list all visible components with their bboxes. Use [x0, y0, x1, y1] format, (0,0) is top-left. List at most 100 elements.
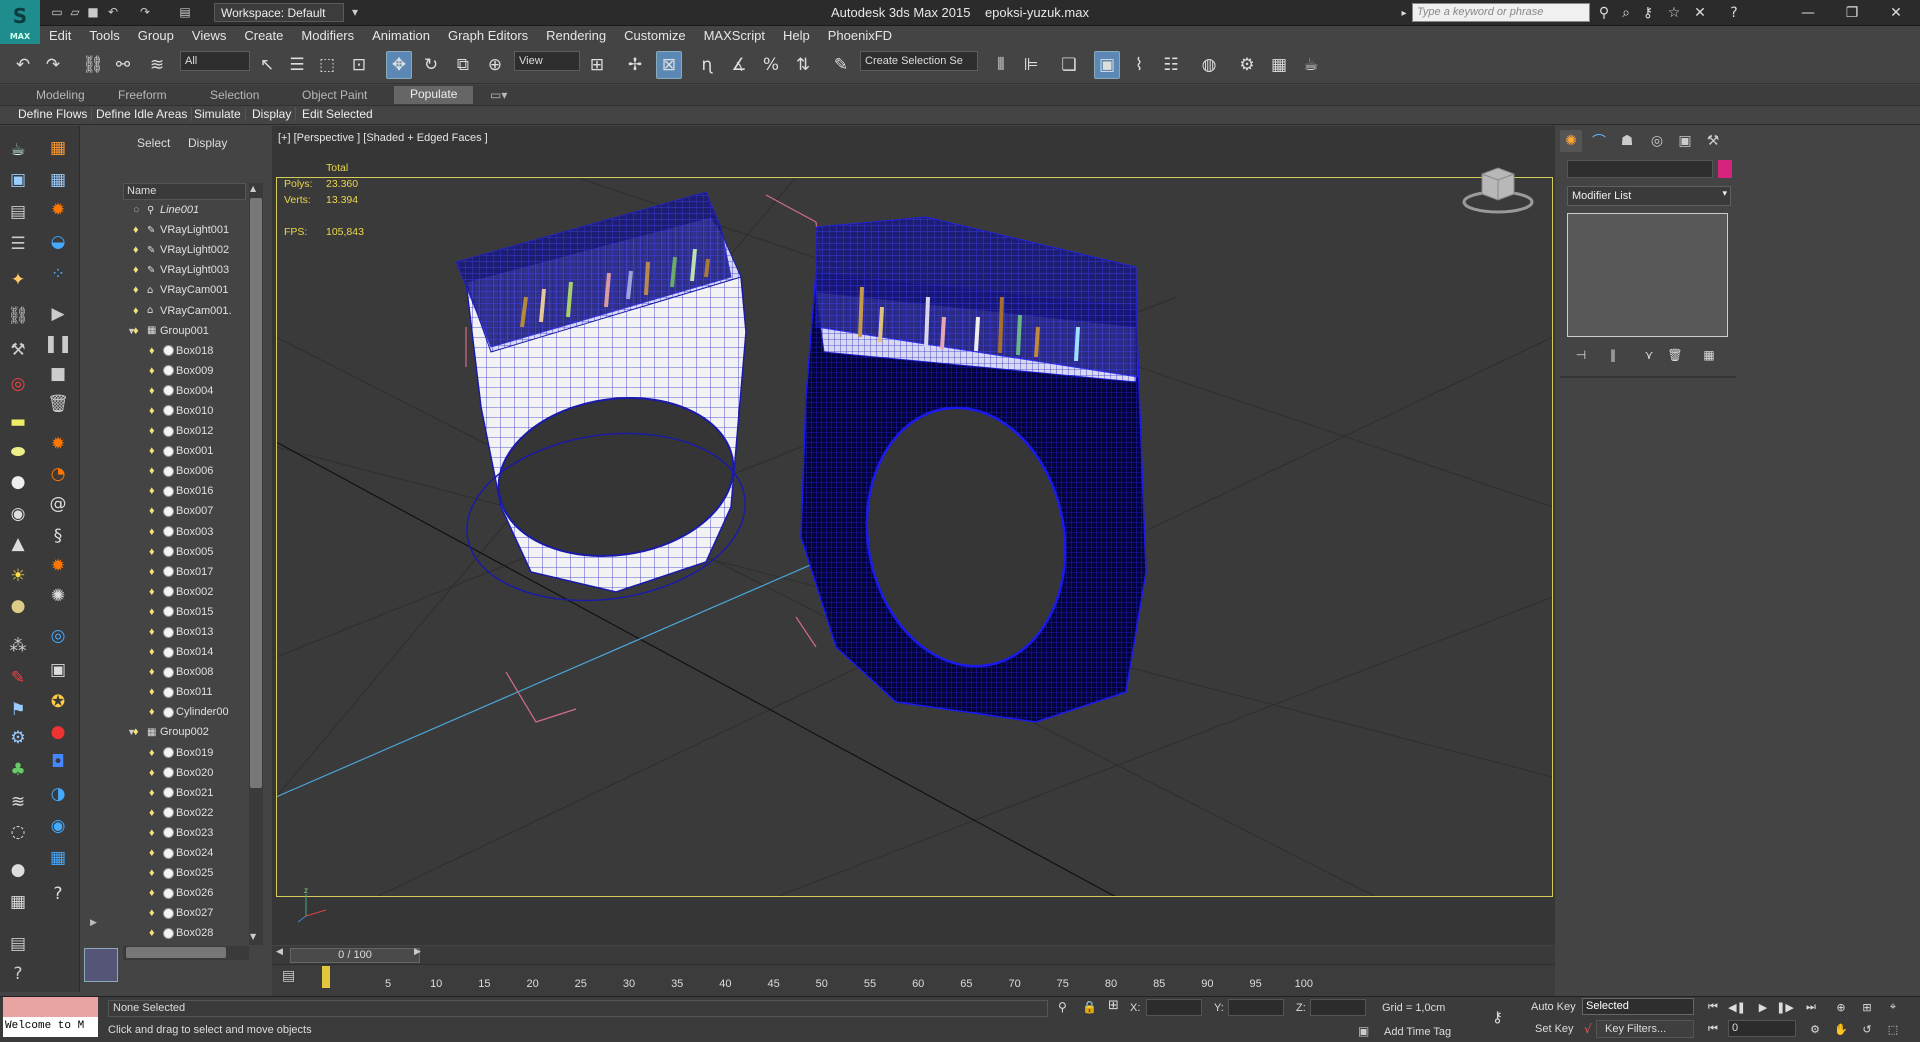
visibility-off-icon[interactable]: ○ [133, 204, 140, 216]
viewport-thumbnail[interactable] [84, 948, 118, 982]
explorer-hscroll-thumb[interactable] [126, 947, 226, 958]
scene-list-item[interactable]: ♦ Box022 [123, 803, 246, 823]
scene-list-item[interactable]: ♦ Box001 [123, 441, 246, 461]
close-button[interactable]: ✕ [1876, 2, 1916, 24]
visibility-bulb-icon[interactable]: ♦ [149, 445, 155, 457]
teapot-icon[interactable]: ☕ [4, 136, 32, 164]
plant-icon[interactable]: ♣ [4, 756, 32, 784]
visibility-bulb-icon[interactable]: ♦ [149, 405, 155, 417]
bind-space-warp-icon[interactable]: ≋ [144, 51, 170, 79]
snaps-toggle-icon[interactable]: ɳ [694, 51, 720, 79]
named-selection-dropdown[interactable]: Create Selection Se [860, 51, 978, 71]
visibility-bulb-icon[interactable]: ♦ [149, 606, 155, 618]
dots-icon[interactable]: ⁘ [44, 260, 72, 288]
key-filters-button[interactable]: Key Filters... [1596, 1020, 1694, 1038]
hair-icon[interactable]: ≋ [4, 788, 32, 816]
visibility-bulb-icon[interactable]: ♦ [149, 365, 155, 377]
visibility-bulb-icon[interactable]: ♦ [149, 927, 155, 939]
visibility-bulb-icon[interactable]: ♦ [149, 526, 155, 538]
scene-list-item[interactable]: ♦ Box025 [123, 863, 246, 883]
menu-views[interactable]: Views [183, 26, 235, 46]
scene-list-item[interactable]: ♦ Box015 [123, 602, 246, 622]
open-file-icon[interactable]: ▱ [66, 4, 84, 20]
calculator-icon[interactable]: ▦ [4, 888, 32, 916]
menu-customize[interactable]: Customize [615, 26, 694, 46]
scroll-up-icon[interactable]: ▲ [250, 184, 256, 193]
scene-list-item[interactable]: ♦ Cylinder00 [123, 702, 246, 722]
pivot-center-icon[interactable]: ⊞ [584, 51, 610, 79]
explorer-column-name[interactable]: Name [123, 183, 246, 200]
scene-list-item[interactable]: ○ ⚲ Line001 [123, 200, 246, 220]
fire-emitter-icon[interactable]: ◔ [44, 460, 72, 488]
reactor-icon[interactable]: ◌ [4, 818, 32, 846]
schematic-view-icon[interactable]: ☷ [1158, 51, 1184, 79]
project-folder-icon[interactable]: ▤ [176, 4, 194, 20]
create-tab-icon[interactable]: ✺ [1560, 130, 1582, 152]
save-file-icon[interactable]: ■ [84, 4, 102, 20]
vortex-icon[interactable]: @ [44, 490, 72, 518]
visibility-bulb-icon[interactable]: ♦ [149, 425, 155, 437]
viewport-label[interactable]: [+] [Perspective ] [Shaded + Edged Faces… [278, 132, 488, 144]
expand-arrow-icon[interactable]: ▶ [90, 918, 102, 930]
light-icon[interactable]: ✦ [4, 266, 32, 294]
scene-list-item[interactable]: ♦ Box011 [123, 682, 246, 702]
scene-list-item[interactable]: ♦ Box010 [123, 401, 246, 421]
rectangular-selection-icon[interactable]: ⬚ [314, 51, 340, 79]
scene-list-item[interactable]: ▼ ♦ ▦ Group002 [123, 722, 246, 742]
foam-icon[interactable]: ◉ [44, 812, 72, 840]
tab-freeform[interactable]: Freeform [118, 88, 167, 102]
pin-stack-icon[interactable]: ⊣ [1570, 346, 1592, 364]
visibility-bulb-icon[interactable]: ♦ [149, 626, 155, 638]
cone-icon[interactable]: ▲ [4, 530, 32, 558]
prev-frame-icon[interactable]: ◀ [276, 947, 283, 957]
search-icon[interactable]: ⌕ [1616, 3, 1636, 23]
sphere-icon[interactable]: ● [4, 468, 32, 496]
scene-list-item[interactable]: ♦ Box006 [123, 461, 246, 481]
configure-modifier-sets-icon[interactable]: ▦ [1698, 346, 1720, 364]
menu-modifiers[interactable]: Modifiers [292, 26, 363, 46]
menu-group[interactable]: Group [129, 26, 183, 46]
visibility-bulb-icon[interactable]: ♦ [149, 907, 155, 919]
auto-key-button[interactable]: Auto Key [1531, 1001, 1576, 1013]
scene-list-item[interactable]: ♦ Box020 [123, 763, 246, 783]
scene-list-item[interactable]: ♦ Box027 [123, 903, 246, 923]
maximize-viewport-icon[interactable]: ⬚ [1884, 1020, 1902, 1038]
record-icon[interactable]: ● [44, 718, 72, 746]
select-by-name-icon[interactable]: ☰ [284, 51, 310, 79]
time-tag-icon[interactable]: ▣ [1358, 1024, 1369, 1038]
geosphere-icon[interactable]: ● [4, 592, 32, 620]
new-file-icon[interactable]: ▭ [48, 4, 66, 20]
y-coordinate-field[interactable] [1228, 999, 1284, 1016]
search-toggle-icon[interactable]: ▸ [1394, 3, 1414, 23]
zoom-all-icon[interactable]: ⊞ [1858, 998, 1876, 1016]
visibility-bulb-icon[interactable]: ♦ [133, 325, 139, 337]
scene-list-item[interactable]: ♦ Box016 [123, 481, 246, 501]
maxscript-listener-input[interactable] [3, 997, 98, 1017]
select-object-icon[interactable]: ↖ [254, 51, 280, 79]
wind-icon[interactable]: § [44, 522, 72, 550]
curve-editor-icon[interactable]: ⌇ [1126, 51, 1152, 79]
display-tab-icon[interactable]: ▣ [1674, 130, 1696, 152]
current-frame-marker[interactable] [322, 966, 330, 988]
list-icon[interactable]: ☰ [4, 230, 32, 258]
workspace-dropdown[interactable]: Workspace: Default [214, 3, 344, 22]
rotate-tool-icon[interactable]: ↻ [418, 51, 444, 79]
visibility-bulb-icon[interactable]: ♦ [133, 284, 139, 296]
menu-graph-editors[interactable]: Graph Editors [439, 26, 537, 46]
stop-icon[interactable]: ■ [44, 360, 72, 388]
object-color-swatch[interactable] [1718, 160, 1732, 178]
select-manipulate-icon[interactable]: ✢ [622, 51, 648, 79]
angle-snap-icon[interactable]: ∡ [726, 51, 752, 79]
tab-selection[interactable]: Selection [210, 88, 259, 102]
visibility-bulb-icon[interactable]: ♦ [149, 566, 155, 578]
undo-icon[interactable]: ↶ [10, 51, 36, 79]
shapes-icon[interactable]: ✎ [4, 664, 32, 692]
current-frame-field[interactable]: 0 [1728, 1020, 1796, 1037]
scene-list-item[interactable]: ♦ Box026 [123, 883, 246, 903]
show-end-result-icon[interactable]: ‖ [1602, 346, 1624, 364]
tab-populate[interactable]: Populate [394, 86, 474, 104]
absolute-mode-icon[interactable]: ⊞ [1108, 998, 1119, 1013]
liquid-icon[interactable]: ◎ [44, 622, 72, 650]
menu-tools[interactable]: Tools [80, 26, 128, 46]
particle-icon[interactable]: ⁂ [4, 632, 32, 660]
